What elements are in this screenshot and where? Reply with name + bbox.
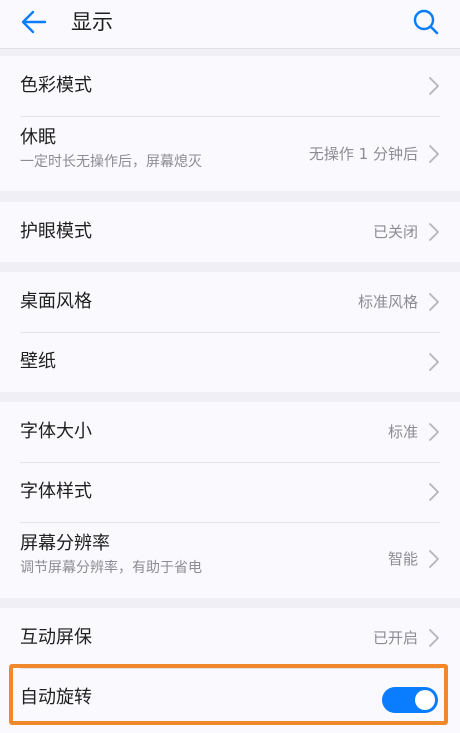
page-title: 显示 <box>71 10 113 34</box>
settings-group-eye-comfort: 护眼模式 已关闭 <box>0 202 460 262</box>
row-title: 屏幕分辨率 <box>20 533 110 554</box>
row-title: 字体大小 <box>20 421 92 442</box>
settings-row-auto-rotate[interactable]: 自动旋转 <box>0 668 460 728</box>
row-title: 字体样式 <box>20 481 92 502</box>
row-title: 自动旋转 <box>20 687 92 708</box>
settings-group-desktop: 桌面风格 标准风格 壁纸 <box>0 272 460 392</box>
chevron-right-icon <box>429 77 439 95</box>
row-value: 已关闭 <box>372 223 418 241</box>
display-settings-screen: 显示 色彩模式 休眠 一定时长无操作后，屏幕熄灭 无操作 1 分钟后 护眼模式 … <box>0 0 460 733</box>
settings-group-font: 字体大小 标准 字体样式 屏幕分辨率 调节屏幕分辨率，有助于省电 智能 <box>0 402 460 598</box>
row-title: 壁纸 <box>20 351 56 372</box>
chevron-right-icon <box>429 423 439 441</box>
chevron-right-icon <box>429 293 439 311</box>
chevron-right-icon <box>429 353 439 371</box>
row-value: 无操作 1 分钟后 <box>308 145 418 163</box>
toggle-knob <box>415 690 435 710</box>
row-subtitle: 一定时长无操作后，屏幕熄灭 <box>20 154 202 170</box>
settings-row-color-mode[interactable]: 色彩模式 <box>0 56 460 116</box>
chevron-right-icon <box>429 629 439 647</box>
settings-row-font-size[interactable]: 字体大小 标准 <box>0 402 460 462</box>
settings-row-wallpaper[interactable]: 壁纸 <box>0 332 460 392</box>
settings-row-sleep[interactable]: 休眠 一定时长无操作后，屏幕熄灭 无操作 1 分钟后 <box>0 116 460 191</box>
settings-row-font-style[interactable]: 字体样式 <box>0 462 460 522</box>
search-icon[interactable] <box>412 8 440 36</box>
settings-group-screen-saver: 互动屏保 已开启 自动旋转 <box>0 608 460 733</box>
chevron-right-icon <box>429 145 439 163</box>
settings-row-eye-comfort[interactable]: 护眼模式 已关闭 <box>0 202 460 262</box>
row-value: 已开启 <box>372 629 418 647</box>
row-title: 桌面风格 <box>20 291 92 312</box>
auto-rotate-toggle[interactable] <box>382 687 438 713</box>
row-title: 护眼模式 <box>20 221 92 242</box>
row-value: 标准风格 <box>357 293 418 311</box>
settings-row-interactive-screensaver[interactable]: 互动屏保 已开启 <box>0 608 460 668</box>
settings-group-display-mode: 色彩模式 休眠 一定时长无操作后，屏幕熄灭 无操作 1 分钟后 <box>0 56 460 191</box>
row-value: 标准 <box>387 423 418 441</box>
arrow-left-icon[interactable] <box>20 8 48 36</box>
chevron-right-icon <box>429 550 439 568</box>
row-title: 互动屏保 <box>20 627 92 648</box>
chevron-right-icon <box>429 483 439 501</box>
settings-row-desktop-style[interactable]: 桌面风格 标准风格 <box>0 272 460 332</box>
row-title: 色彩模式 <box>20 75 92 96</box>
row-subtitle: 调节屏幕分辨率，有助于省电 <box>20 560 202 576</box>
chevron-right-icon <box>429 223 439 241</box>
settings-row-screen-resolution[interactable]: 屏幕分辨率 调节屏幕分辨率，有助于省电 智能 <box>0 522 460 598</box>
row-title: 休眠 <box>20 127 56 148</box>
app-header: 显示 <box>0 0 460 49</box>
row-value: 智能 <box>387 550 418 568</box>
